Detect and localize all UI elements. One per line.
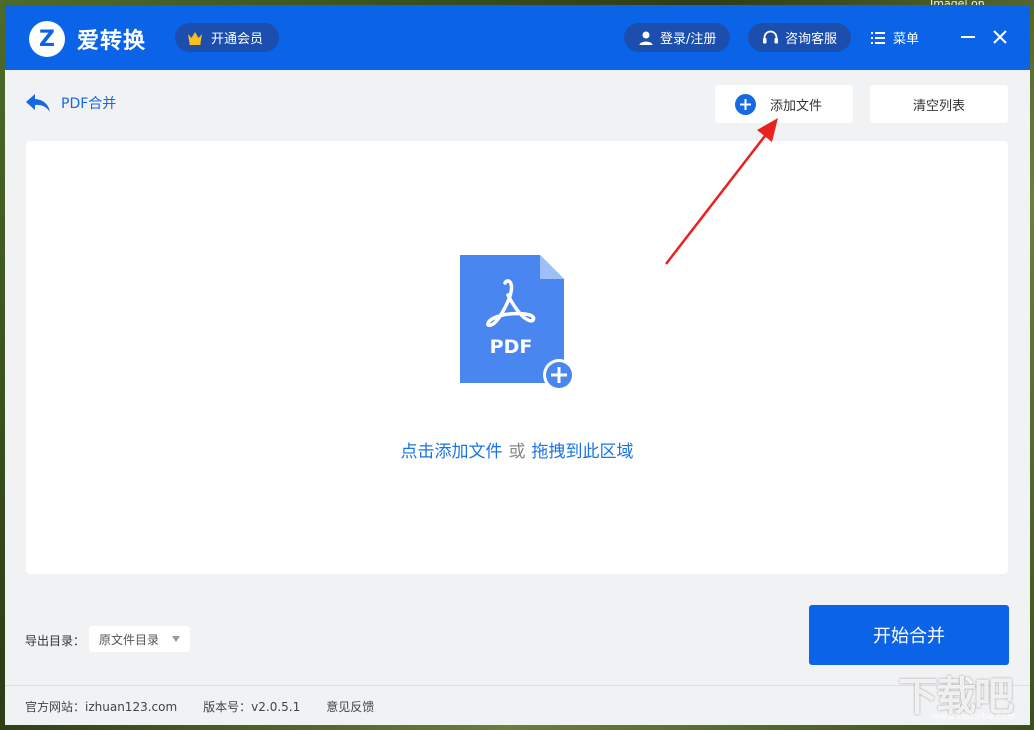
export-directory-value: 原文件目录 (99, 632, 160, 647)
caret-down-icon (172, 636, 180, 642)
export-directory-select[interactable]: 原文件目录 (89, 626, 190, 652)
watermark-url: www.xiazaiba.com (932, 712, 1016, 722)
title-bar: Z 爱转换 开通会员 登录/注册 咨询客服 菜单 (5, 5, 1030, 70)
official-website: 官方网站：izhuan123.com (25, 700, 178, 714)
clear-list-label: 清空列表 (912, 98, 965, 114)
close-icon (993, 30, 1007, 44)
app-logo: Z 爱转换 (29, 21, 146, 57)
minimize-icon (961, 36, 975, 38)
login-label: 登录/注册 (660, 32, 717, 47)
menu-label: 菜单 (893, 32, 920, 47)
logo-letter: Z (39, 26, 55, 52)
click-add-file-link[interactable]: 点击添加文件 (401, 442, 503, 462)
version-number: 版本号：v2.0.5.1 (203, 700, 301, 714)
annotation-arrow-icon (665, 118, 778, 265)
footer: 官方网站：izhuan123.com 版本号：v2.0.5.1 意见反馈 (25, 698, 400, 715)
headset-icon (763, 30, 778, 43)
pdf-file-icon[interactable]: PDF (458, 255, 578, 395)
login-button[interactable]: 登录/注册 (624, 23, 731, 52)
feedback-link[interactable]: 意见反馈 (326, 698, 374, 715)
pdf-icon-label: PDF (490, 336, 533, 358)
close-button[interactable] (988, 25, 1012, 49)
menu-button[interactable]: 菜单 (871, 23, 919, 52)
hint-or: 或 (508, 442, 526, 462)
crown-icon (188, 31, 202, 45)
minimize-button[interactable] (956, 25, 980, 49)
start-merge-button[interactable]: 开始合并 (809, 605, 1009, 665)
back-arrow-icon (26, 94, 50, 112)
drop-hint: 点击添加文件或拖拽到此区域 (26, 437, 1008, 462)
service-label: 咨询客服 (785, 32, 838, 47)
export-directory-label: 导出目录： (25, 634, 86, 648)
vip-button[interactable]: 开通会员 (175, 23, 280, 52)
page-title: PDF合并 (61, 96, 117, 112)
logo-icon: Z (29, 21, 65, 57)
vip-label: 开通会员 (211, 32, 264, 47)
back-button[interactable]: PDF合并 (25, 93, 116, 113)
customer-service-button[interactable]: 咨询客服 (748, 23, 852, 52)
file-drop-zone[interactable]: PDF 点击添加文件或拖拽到此区域 (26, 141, 1008, 574)
app-window: Z 爱转换 开通会员 登录/注册 咨询客服 菜单 PDF合并 添加文件 清空列表… (5, 5, 1030, 725)
footer-divider (5, 685, 1030, 686)
drag-here-text: 拖拽到此区域 (531, 442, 634, 462)
app-name: 爱转换 (77, 29, 147, 54)
user-icon (639, 31, 653, 45)
clear-list-button[interactable]: 清空列表 (870, 85, 1008, 123)
menu-icon (871, 31, 885, 44)
start-merge-label: 开始合并 (873, 626, 945, 647)
